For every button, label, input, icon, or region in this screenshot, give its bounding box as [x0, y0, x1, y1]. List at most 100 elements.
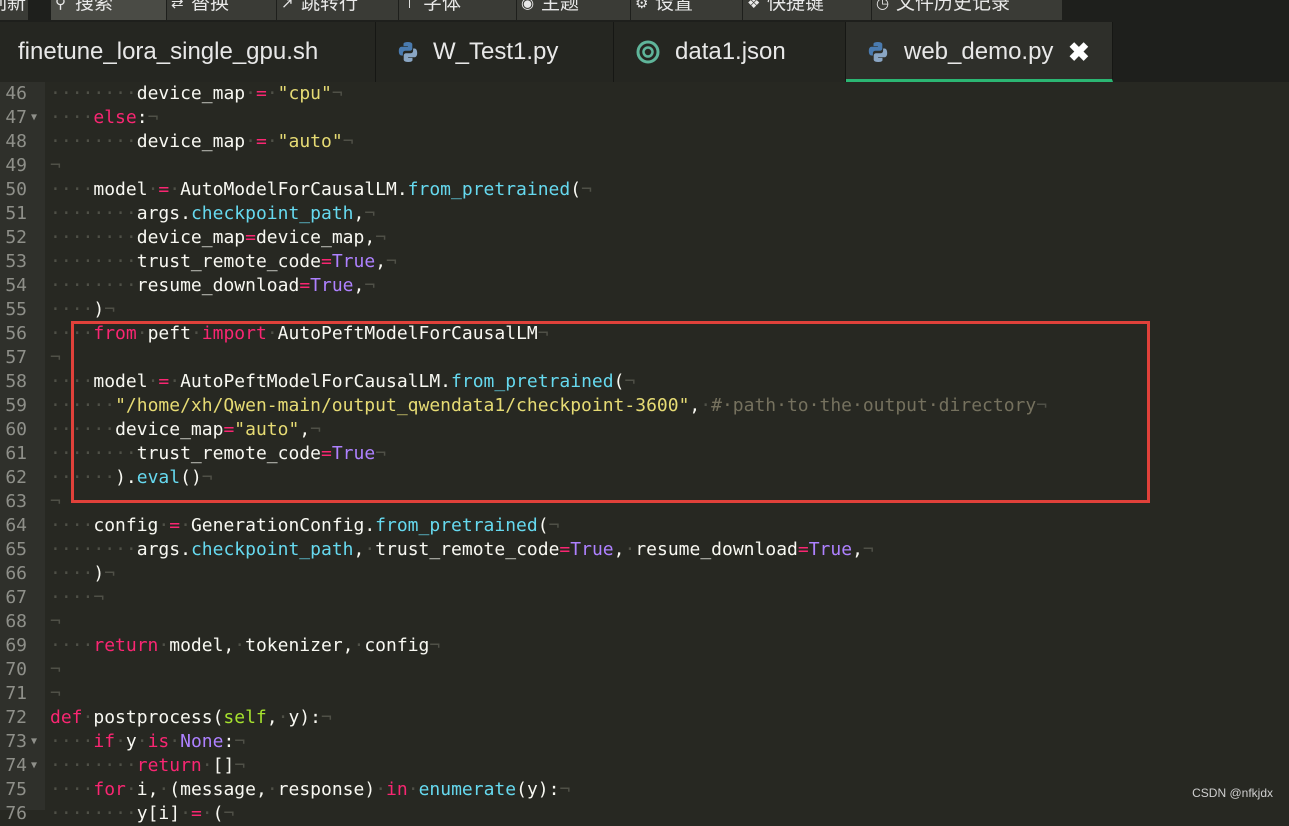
- line-number: 71: [5, 683, 27, 704]
- code-line[interactable]: 60 ······device_map="auto",¬: [0, 418, 1289, 442]
- menu-item-shortcuts[interactable]: ❖ 快捷键: [743, 0, 871, 20]
- code-line[interactable]: 47 ▼ ····else:¬: [0, 106, 1289, 130]
- line-number: 67: [5, 587, 27, 608]
- code-line[interactable]: 58 ····model·=·AutoPeftModelForCausalLM.f…: [0, 370, 1289, 394]
- code-line[interactable]: 50 ····model·=·AutoModelForCausalLM.from_…: [0, 178, 1289, 202]
- code-line[interactable]: 73 ▼ ····if·y·is·None:¬: [0, 730, 1289, 754]
- tab-data1-json[interactable]: data1.json: [614, 22, 846, 82]
- code-line[interactable]: 75 ····for·i,·(message,·response)·in·enum…: [0, 778, 1289, 802]
- code-line[interactable]: 52 ········device_map=device_map,¬: [0, 226, 1289, 250]
- menu-item-goto-line[interactable]: ↗ 跳转行: [277, 0, 398, 20]
- menu-item-font[interactable]: ⊤ 字体: [399, 0, 516, 20]
- code-line[interactable]: 56 ····from·peft·import·AutoPeftModelForC…: [0, 322, 1289, 346]
- code-editor[interactable]: 46 ········device_map·=·"cpu"¬ 47 ▼ ····else…: [0, 82, 1289, 824]
- code-line[interactable]: 66 ····)¬: [0, 562, 1289, 586]
- line-number: 65: [5, 539, 27, 560]
- line-number: 51: [5, 203, 27, 224]
- theme-icon: ◉: [521, 0, 535, 12]
- goto-line-icon: ↗: [281, 0, 294, 12]
- close-icon[interactable]: ✖: [1068, 22, 1090, 82]
- fold-arrow-icon[interactable]: ▼: [31, 106, 37, 130]
- line-number: 47: [5, 107, 27, 128]
- tab-label: W_Test1.py: [433, 38, 559, 65]
- line-number: 75: [5, 779, 27, 800]
- menu-item-settings[interactable]: ⚙ 设置: [631, 0, 742, 20]
- watermark: CSDN @nfkjdx: [1192, 786, 1273, 800]
- menu-item-label: 快捷键: [767, 0, 825, 14]
- fold-arrow-icon[interactable]: ▼: [31, 754, 37, 778]
- line-number: 68: [5, 611, 27, 632]
- code-line[interactable]: 68 ¬: [0, 610, 1289, 634]
- code-line[interactable]: 59 ······"/home/xh/Qwen-main/output_qwend…: [0, 394, 1289, 418]
- line-number: 72: [5, 707, 27, 728]
- line-number: 60: [5, 419, 27, 440]
- menu-item-theme[interactable]: ◉ 主题: [517, 0, 630, 20]
- tab-w-test1[interactable]: W_Test1.py: [376, 22, 614, 82]
- code-line[interactable]: 49 ¬: [0, 154, 1289, 178]
- line-number: 50: [5, 179, 27, 200]
- menu-item-search[interactable]: ⚲ 搜索: [51, 0, 166, 20]
- menu-item-label: 文件历史记录: [896, 0, 1011, 14]
- code-line[interactable]: 57 ¬: [0, 346, 1289, 370]
- line-number: 62: [5, 467, 27, 488]
- menu-item-label: 字体: [423, 0, 462, 14]
- code-line[interactable]: 69 ····return·model,·tokenizer,·config¬: [0, 634, 1289, 658]
- code-text: ¬: [50, 491, 61, 512]
- code-line[interactable]: 46 ········device_map·=·"cpu"¬: [0, 82, 1289, 106]
- json-icon: [636, 40, 660, 64]
- fold-arrow-icon[interactable]: ▼: [31, 730, 37, 754]
- code-text: ····config·=·GenerationConfig.from_pretr…: [50, 515, 560, 536]
- line-number: 46: [5, 83, 27, 104]
- code-text: ········device_map·=·"cpu"¬: [50, 83, 343, 104]
- code-line[interactable]: 71 ¬: [0, 682, 1289, 706]
- code-text: ····)¬: [50, 299, 116, 320]
- line-number: 66: [5, 563, 27, 584]
- code-line[interactable]: 76 ········y[i]·=·(¬: [0, 802, 1289, 826]
- tab-label: web_demo.py: [904, 38, 1054, 65]
- code-line[interactable]: 63 ¬: [0, 490, 1289, 514]
- menu-item-refresh[interactable]: 刷新: [0, 0, 28, 20]
- code-text: ¬: [50, 659, 61, 680]
- tab-finetune-lora-single-gpu[interactable]: finetune_lora_single_gpu.sh: [0, 22, 376, 82]
- code-line[interactable]: 64 ····config·=·GenerationConfig.from_pre…: [0, 514, 1289, 538]
- line-number: 49: [5, 155, 27, 176]
- code-line[interactable]: 54 ········resume_download=True,¬: [0, 274, 1289, 298]
- code-text: ¬: [50, 347, 61, 368]
- code-line[interactable]: 53 ········trust_remote_code=True,¬: [0, 250, 1289, 274]
- line-number: 61: [5, 443, 27, 464]
- code-text: def·postprocess(self,·y):¬: [50, 707, 332, 728]
- line-number: 58: [5, 371, 27, 392]
- code-line[interactable]: 65 ········args.checkpoint_path,·trust_re…: [0, 538, 1289, 562]
- code-line[interactable]: 48 ········device_map·=·"auto"¬: [0, 130, 1289, 154]
- code-text: ········device_map·=·"auto"¬: [50, 131, 354, 152]
- code-text: ········device_map=device_map,¬: [50, 227, 387, 248]
- code-line[interactable]: 67 ····¬: [0, 586, 1289, 610]
- code-text: ······"/home/xh/Qwen-main/output_qwendat…: [50, 395, 1048, 416]
- code-text: ····model·=·AutoPeftModelForCausalLM.fro…: [50, 371, 636, 392]
- code-line[interactable]: 70 ¬: [0, 658, 1289, 682]
- line-number: 54: [5, 275, 27, 296]
- code-line[interactable]: 51 ········args.checkpoint_path,¬: [0, 202, 1289, 226]
- code-line[interactable]: 62 ······).eval()¬: [0, 466, 1289, 490]
- menu-item-label: 刷新: [0, 0, 27, 14]
- line-number: 63: [5, 491, 27, 512]
- code-line[interactable]: 61 ········trust_remote_code=True¬: [0, 442, 1289, 466]
- line-number: 74: [5, 755, 27, 776]
- search-icon: ⚲: [55, 0, 66, 12]
- python-icon: [868, 42, 888, 62]
- code-text: ¬: [50, 683, 61, 704]
- menu-item-file-history[interactable]: ◷ 文件历史记录: [872, 0, 1062, 20]
- code-text: ····from·peft·import·AutoPeftModelForCau…: [50, 323, 549, 344]
- code-text: ····for·i,·(message,·response)·in·enumer…: [50, 779, 571, 800]
- code-text: ········args.checkpoint_path,·trust_remo…: [50, 539, 874, 560]
- tab-web-demo[interactable]: web_demo.py ✖: [846, 22, 1113, 82]
- tab-label: data1.json: [675, 38, 786, 65]
- menu-item-replace[interactable]: ⇄ 替换: [167, 0, 276, 20]
- code-line[interactable]: 74 ▼ ········return·[]¬: [0, 754, 1289, 778]
- tab-bar: finetune_lora_single_gpu.sh W_Test1.py d…: [0, 22, 1289, 82]
- code-line[interactable]: 72 def·postprocess(self,·y):¬: [0, 706, 1289, 730]
- line-number: 48: [5, 131, 27, 152]
- line-number: 57: [5, 347, 27, 368]
- python-icon: [398, 42, 418, 62]
- code-line[interactable]: 55 ····)¬: [0, 298, 1289, 322]
